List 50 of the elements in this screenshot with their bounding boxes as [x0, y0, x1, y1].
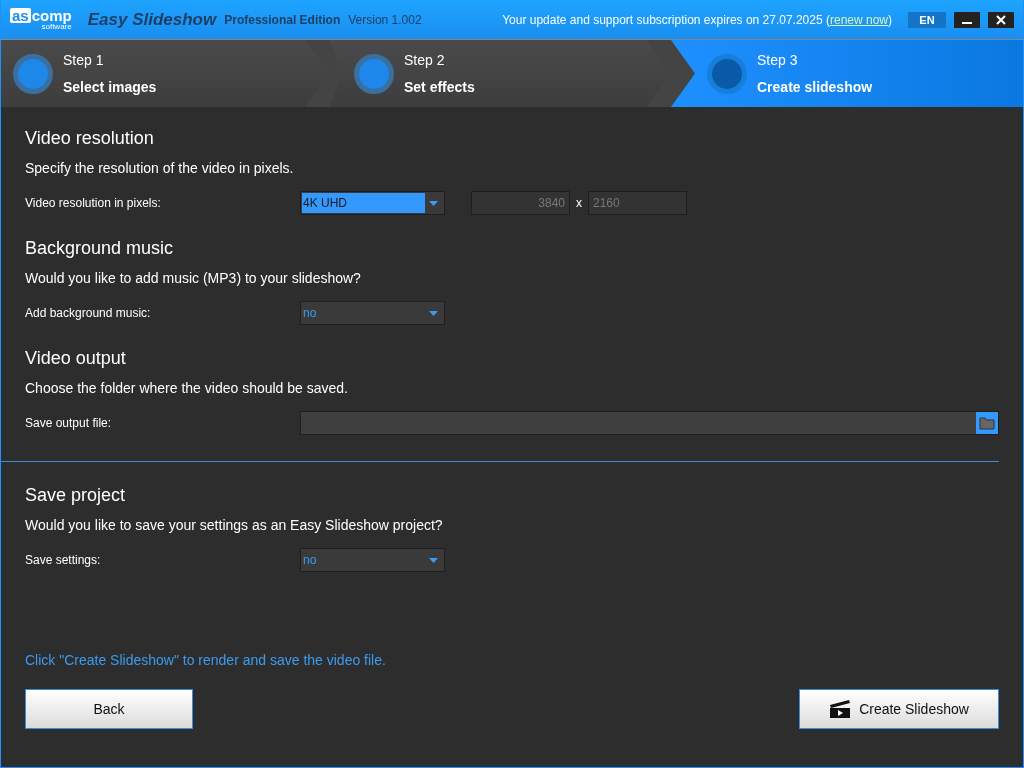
language-button[interactable]: EN [908, 11, 946, 28]
step-label: Set effects [404, 77, 475, 97]
version-label: Version 1.002 [348, 11, 422, 29]
subscription-notice: Your update and support subscription expires on 27.07.2025 (renew now) [502, 11, 892, 29]
step-number: Step 3 [757, 50, 799, 70]
dropdown[interactable]: no [300, 301, 445, 325]
back-button[interactable]: Back [25, 689, 193, 729]
dropdown-caret-icon [429, 310, 438, 316]
dropdown-caret-icon [429, 557, 438, 563]
dropdown-value: no [302, 552, 318, 569]
edition-label: Professional Edition [224, 11, 341, 29]
field-label: Add background music: [25, 305, 152, 322]
section-title: Video output [25, 347, 127, 369]
field-label: Save output file: [25, 415, 113, 432]
section-title: Video resolution [25, 127, 155, 149]
section-title: Background music [25, 237, 175, 259]
section-description: Specify the resolution of the video in pixels. [25, 159, 295, 178]
close-button[interactable] [988, 11, 1014, 28]
field-label: Save settings: [25, 552, 102, 569]
clapperboard-icon [829, 699, 852, 719]
section-title: Save project [25, 484, 127, 506]
close-icon [996, 14, 1006, 25]
dropdown-value: no [302, 305, 318, 322]
app-title: Easy Slideshow [87, 8, 217, 31]
dropdown[interactable]: no [300, 548, 445, 572]
field-label: Video resolution in pixels: [25, 195, 162, 212]
step-number: Step 2 [404, 50, 446, 70]
minimize-icon [962, 21, 972, 24]
section-description: Choose the folder where the video should be saved. [25, 379, 349, 398]
folder-icon [979, 416, 995, 430]
section-description: Would you like to save your settings as an Easy Slideshow project? [25, 516, 444, 535]
browse-folder-button[interactable] [976, 412, 998, 434]
logo-subtext: software [41, 23, 72, 31]
dropdown-value: 4K UHD [302, 193, 425, 213]
height-field[interactable]: 2160 [588, 191, 687, 215]
step-tab[interactable]: Step 3 Create slideshow [671, 40, 1023, 107]
create-slideshow-button[interactable]: Create Slideshow [799, 689, 999, 729]
dropdown-caret-icon [429, 200, 438, 206]
logo-text: as [10, 8, 31, 23]
dropdown[interactable]: 4K UHD [300, 191, 445, 215]
hint-text: Click "Create Slideshow" to render and save the video file. [25, 651, 387, 670]
logo-text: comp [31, 8, 72, 23]
width-field[interactable]: 3840 [471, 191, 570, 215]
step-number: Step 1 [63, 50, 105, 70]
step-label: Select images [63, 77, 157, 97]
section-description: Would you like to add music (MP3) to your slideshow? [25, 269, 362, 288]
output-file-field[interactable] [300, 411, 999, 435]
step-label: Create slideshow [757, 77, 873, 97]
minimize-button[interactable] [954, 11, 980, 28]
times-sign: x [576, 195, 582, 212]
